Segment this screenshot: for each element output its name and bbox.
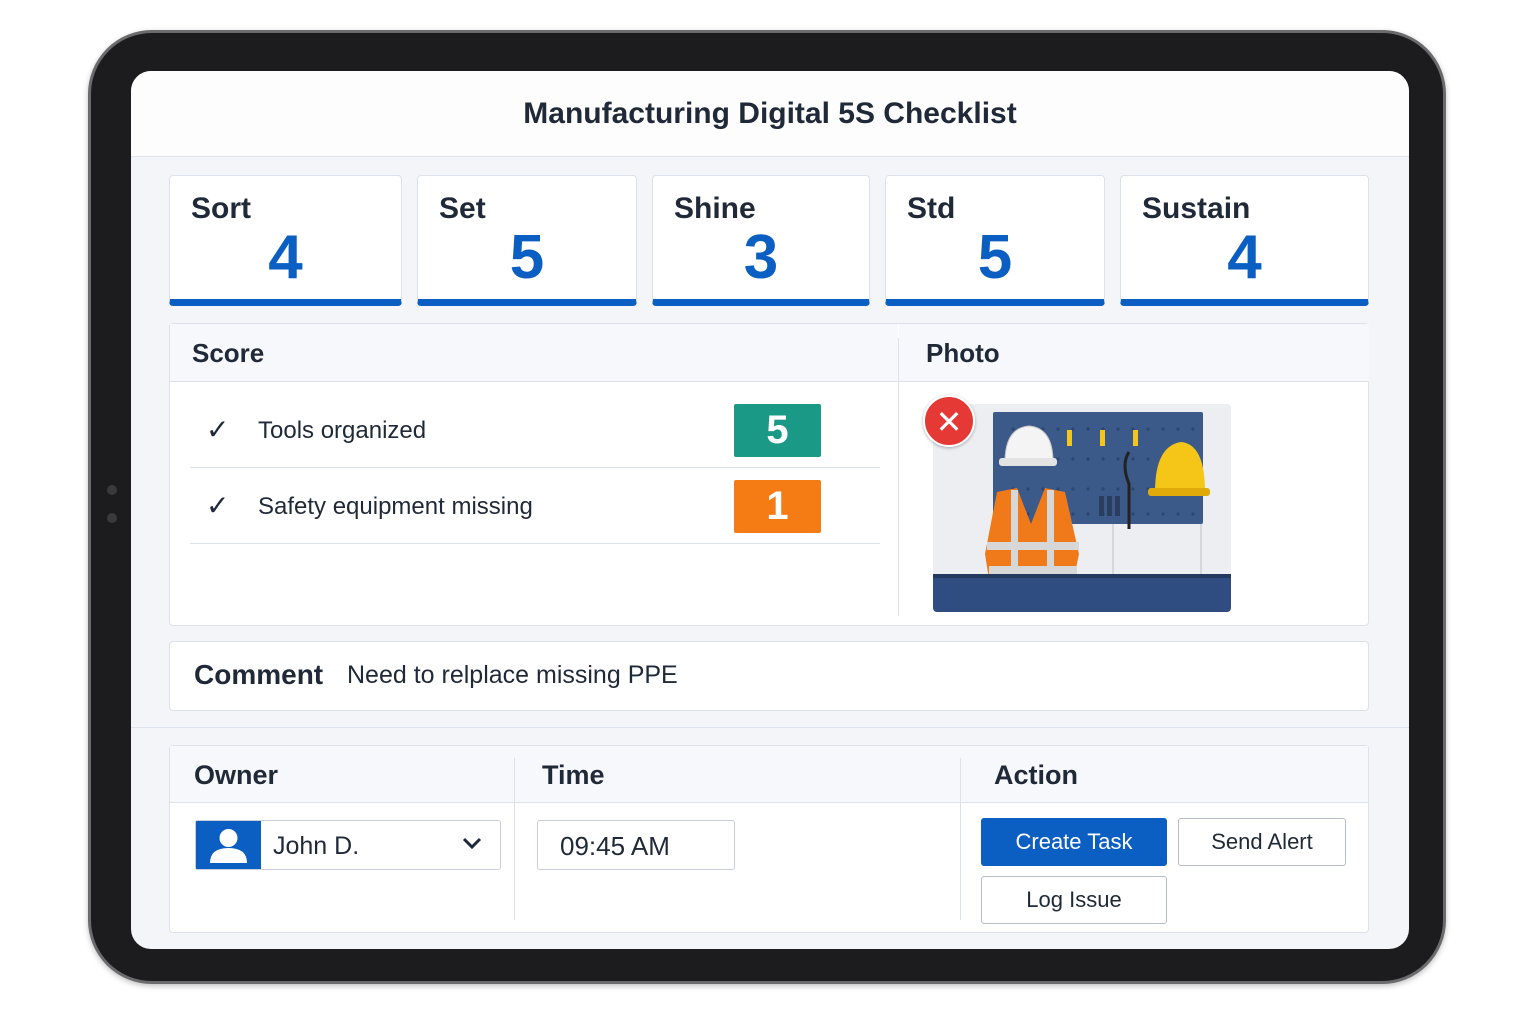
card-shine[interactable]: Shine 3 [652, 175, 870, 306]
checklist-item[interactable]: ✓ Safety equipment missing 1 [190, 469, 880, 544]
comment-label: Comment [194, 659, 324, 690]
card-label: Shine [674, 192, 756, 225]
camera-dot [107, 485, 117, 495]
tablet-frame: Manufacturing Digital 5S Checklist Sort … [88, 30, 1446, 984]
create-task-button[interactable]: Create Task [981, 818, 1167, 866]
item-text: Tools organized [258, 417, 427, 444]
column-divider [514, 758, 515, 920]
card-std[interactable]: Std 5 [885, 175, 1105, 306]
category-cards: Sort 4 Set 5 Shine 3 Std 5 Sustain 4 [169, 175, 1369, 306]
card-set[interactable]: Set 5 [417, 175, 637, 306]
owner-dropdown[interactable]: John D. [195, 820, 501, 870]
photo-header: Photo [899, 324, 1369, 382]
section-divider [131, 727, 1409, 728]
card-label: Std [907, 192, 956, 225]
item-text: Safety equipment missing [258, 493, 533, 520]
assignment-header: Owner Time Action [170, 746, 1368, 803]
check-icon[interactable]: ✓ [206, 489, 229, 522]
column-divider [960, 758, 961, 920]
action-heading: Action [994, 760, 1078, 790]
card-score: 3 [743, 223, 779, 292]
chevron-down-icon[interactable] [462, 836, 482, 855]
app-screen: Manufacturing Digital 5S Checklist Sort … [131, 71, 1409, 949]
card-score: 4 [268, 223, 303, 292]
title-bar: Manufacturing Digital 5S Checklist [131, 71, 1409, 157]
score-photo-panel: Score Photo ✓ Tools organized 5 ✓ Safety… [169, 323, 1369, 626]
log-issue-button[interactable]: Log Issue [981, 876, 1167, 924]
card-score: 4 [1227, 223, 1262, 292]
score-heading: Score [192, 338, 265, 368]
column-divider [898, 338, 899, 616]
score-header: Score [170, 324, 898, 382]
owner-heading: Owner [194, 760, 279, 790]
card-label: Sustain [1142, 192, 1251, 225]
page-title: Manufacturing Digital 5S Checklist [523, 96, 1017, 130]
comment-row[interactable]: Comment Need to relplace missing PPE [169, 641, 1369, 711]
comment-text[interactable]: Need to relplace missing PPE [347, 661, 678, 690]
time-field[interactable]: 09:45 AM [537, 820, 735, 870]
assignment-panel: Owner Time Action John D. 09:45 AM Creat… [169, 745, 1369, 933]
item-score-badge[interactable]: 5 [734, 404, 821, 457]
remove-photo-button[interactable]: ✕ [923, 395, 975, 447]
checklist-item[interactable]: ✓ Tools organized 5 [190, 393, 880, 468]
card-score: 5 [977, 223, 1013, 292]
sensor-dot [107, 513, 117, 523]
inspection-photo[interactable] [933, 404, 1231, 612]
item-score-badge[interactable]: 1 [734, 480, 821, 533]
card-sustain[interactable]: Sustain 4 [1120, 175, 1369, 306]
check-icon[interactable]: ✓ [206, 413, 229, 446]
close-icon: ✕ [935, 404, 963, 440]
card-label: Sort [191, 192, 251, 225]
card-label: Set [439, 192, 486, 225]
owner-name: John D. [273, 832, 360, 860]
photo-heading: Photo [926, 338, 1000, 368]
card-score: 5 [509, 223, 545, 292]
card-sort[interactable]: Sort 4 [169, 175, 402, 306]
send-alert-button[interactable]: Send Alert [1178, 818, 1346, 866]
user-icon [196, 821, 261, 869]
ppe-photo-illustration [933, 404, 1231, 612]
time-heading: Time [542, 760, 605, 790]
